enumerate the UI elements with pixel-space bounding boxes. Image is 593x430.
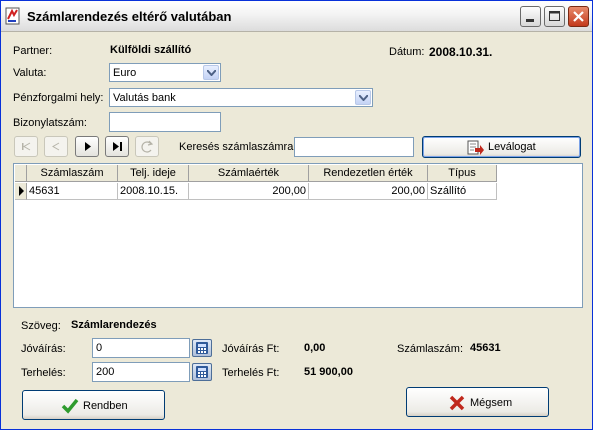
date-label: Dátum: [389, 46, 425, 58]
last-icon [113, 142, 122, 151]
table-cell[interactable]: 200,00 [189, 183, 309, 200]
table-cell[interactable]: Szállító [428, 183, 497, 200]
text-value: Számlarendezés [71, 319, 157, 331]
credit-ft-value: 0,00 [304, 342, 326, 354]
invoice-label: Számlaszám: [397, 343, 464, 355]
close-icon [573, 11, 584, 22]
debit-ft-label: Terhelés Ft: [222, 367, 280, 379]
calculator-icon[interactable] [192, 339, 212, 357]
cancel-button-label: Mégsem [470, 397, 513, 409]
first-icon [22, 142, 31, 151]
close-button[interactable] [568, 6, 589, 27]
prior-icon [52, 142, 60, 151]
partner-label: Partner: [13, 45, 53, 57]
next-record-button[interactable] [75, 136, 99, 157]
voucher-label: Bizonylatszám: [13, 117, 87, 129]
currency-label: Valuta: [13, 67, 47, 79]
next-icon [85, 142, 91, 151]
grid-header[interactable]: Számlaérték [189, 165, 309, 182]
filter-button-label: Leválogat [488, 141, 536, 153]
chevron-down-icon[interactable] [355, 90, 371, 105]
x-icon [449, 395, 465, 414]
minimize-icon [526, 19, 534, 22]
currency-select[interactable]: Euro [109, 63, 221, 82]
title-bar[interactable]: Számlarendezés eltérő valutában [1, 1, 592, 32]
credit-ft-label: Jóváírás Ft: [222, 343, 280, 355]
debit-input-value: 200 [96, 366, 115, 378]
cashplace-select[interactable]: Valutás bank [109, 88, 373, 107]
date-value: 2008.10.31. [429, 45, 493, 59]
voucher-input[interactable] [109, 112, 221, 132]
cancel-button[interactable]: Mégsem [406, 387, 549, 417]
debit-input[interactable]: 200 [92, 362, 190, 382]
table-cell[interactable]: 200,00 [309, 183, 428, 200]
maximize-icon [549, 11, 560, 21]
prior-record-button[interactable] [44, 136, 68, 157]
filter-icon [467, 140, 485, 159]
chevron-down-icon[interactable] [203, 65, 219, 80]
credit-label: Jóváírás: [21, 343, 66, 355]
debit-label: Terhelés: [21, 367, 66, 379]
row-indicator-icon[interactable] [15, 183, 27, 200]
text-label: Szöveg: [21, 320, 61, 332]
grid-header[interactable]: Rendezetlen érték [309, 165, 428, 182]
ok-button-label: Rendben [83, 400, 128, 412]
search-input[interactable] [294, 137, 414, 157]
dialog-window: Számlarendezés eltérő valutában Partner:… [0, 0, 593, 430]
last-record-button[interactable] [105, 136, 129, 157]
filter-button[interactable]: Leválogat [422, 136, 581, 158]
table-cell[interactable]: 45631 [27, 183, 118, 200]
invoice-grid[interactable]: Számlaszám Telj. ideje Számlaérték Rende… [13, 163, 583, 308]
credit-input[interactable]: 0 [92, 338, 190, 358]
calculator-icon[interactable] [192, 363, 212, 381]
search-label: Keresés számlaszámra: [179, 141, 297, 153]
grid-header[interactable]: Számlaszám [27, 165, 118, 182]
refresh-icon [141, 140, 154, 153]
partner-value: Külföldi szállító [110, 44, 192, 56]
debit-ft-value: 51 900,00 [304, 366, 353, 378]
grid-indicator-header [15, 165, 27, 182]
ok-button[interactable]: Rendben [22, 390, 165, 420]
window-title: Számlarendezés eltérő valutában [27, 9, 232, 24]
app-icon [5, 7, 21, 25]
currency-select-value: Euro [113, 67, 137, 79]
invoice-value: 45631 [470, 342, 501, 354]
cashplace-label: Pénzforgalmi hely: [13, 92, 104, 104]
credit-input-value: 0 [96, 342, 103, 354]
first-record-button[interactable] [14, 136, 38, 157]
check-icon [61, 398, 79, 417]
grid-header[interactable]: Típus [428, 165, 497, 182]
minimize-button[interactable] [520, 6, 541, 27]
cashplace-select-value: Valutás bank [113, 92, 176, 104]
refresh-button[interactable] [135, 136, 159, 157]
grid-header[interactable]: Telj. ideje [118, 165, 189, 182]
table-cell[interactable]: 2008.10.15. [118, 183, 189, 200]
maximize-button[interactable] [544, 6, 565, 27]
